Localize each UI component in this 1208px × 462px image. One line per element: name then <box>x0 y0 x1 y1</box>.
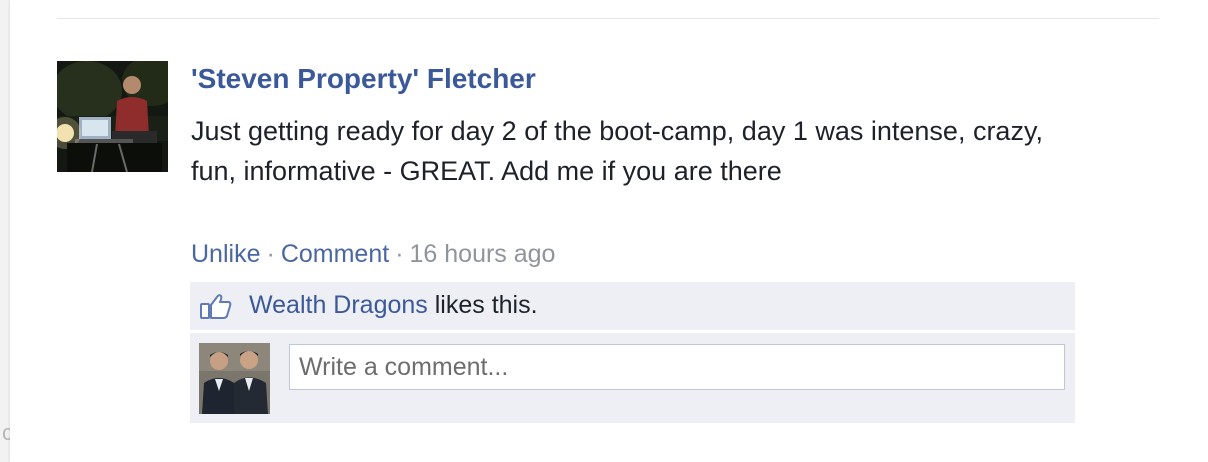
post-timestamp[interactable]: 16 hours ago <box>410 240 556 268</box>
author-avatar[interactable] <box>57 61 168 172</box>
comment-link[interactable]: Comment <box>281 240 389 268</box>
author-name-link[interactable]: 'Steven Property' Fletcher <box>191 63 536 95</box>
news-feed-story: 'Steven Property' Fletcher Just getting … <box>10 0 1208 462</box>
action-separator: · <box>266 240 275 268</box>
unlike-link[interactable]: Unlike <box>191 240 260 268</box>
post-actions: Unlike · Comment · 16 hours ago <box>191 240 555 269</box>
author-photo <box>57 61 168 172</box>
post-message: Just getting ready for day 2 of the boot… <box>191 116 1043 186</box>
likes-suffix: likes this. <box>427 291 538 319</box>
story-divider <box>57 18 1159 19</box>
viewer-photo <box>199 343 270 414</box>
thumbs-up-icon <box>200 293 232 319</box>
likes-text: Wealth Dragons likes this. <box>249 291 538 320</box>
viewer-avatar <box>199 343 270 414</box>
comment-input[interactable] <box>289 344 1065 390</box>
comment-composer <box>190 333 1075 423</box>
page-background: c 'Steven Property' Fletcher Just gettin… <box>0 0 1208 462</box>
likes-summary: Wealth Dragons likes this. <box>190 282 1075 330</box>
liker-name-link[interactable]: Wealth Dragons <box>249 291 428 319</box>
action-separator: · <box>395 240 404 268</box>
